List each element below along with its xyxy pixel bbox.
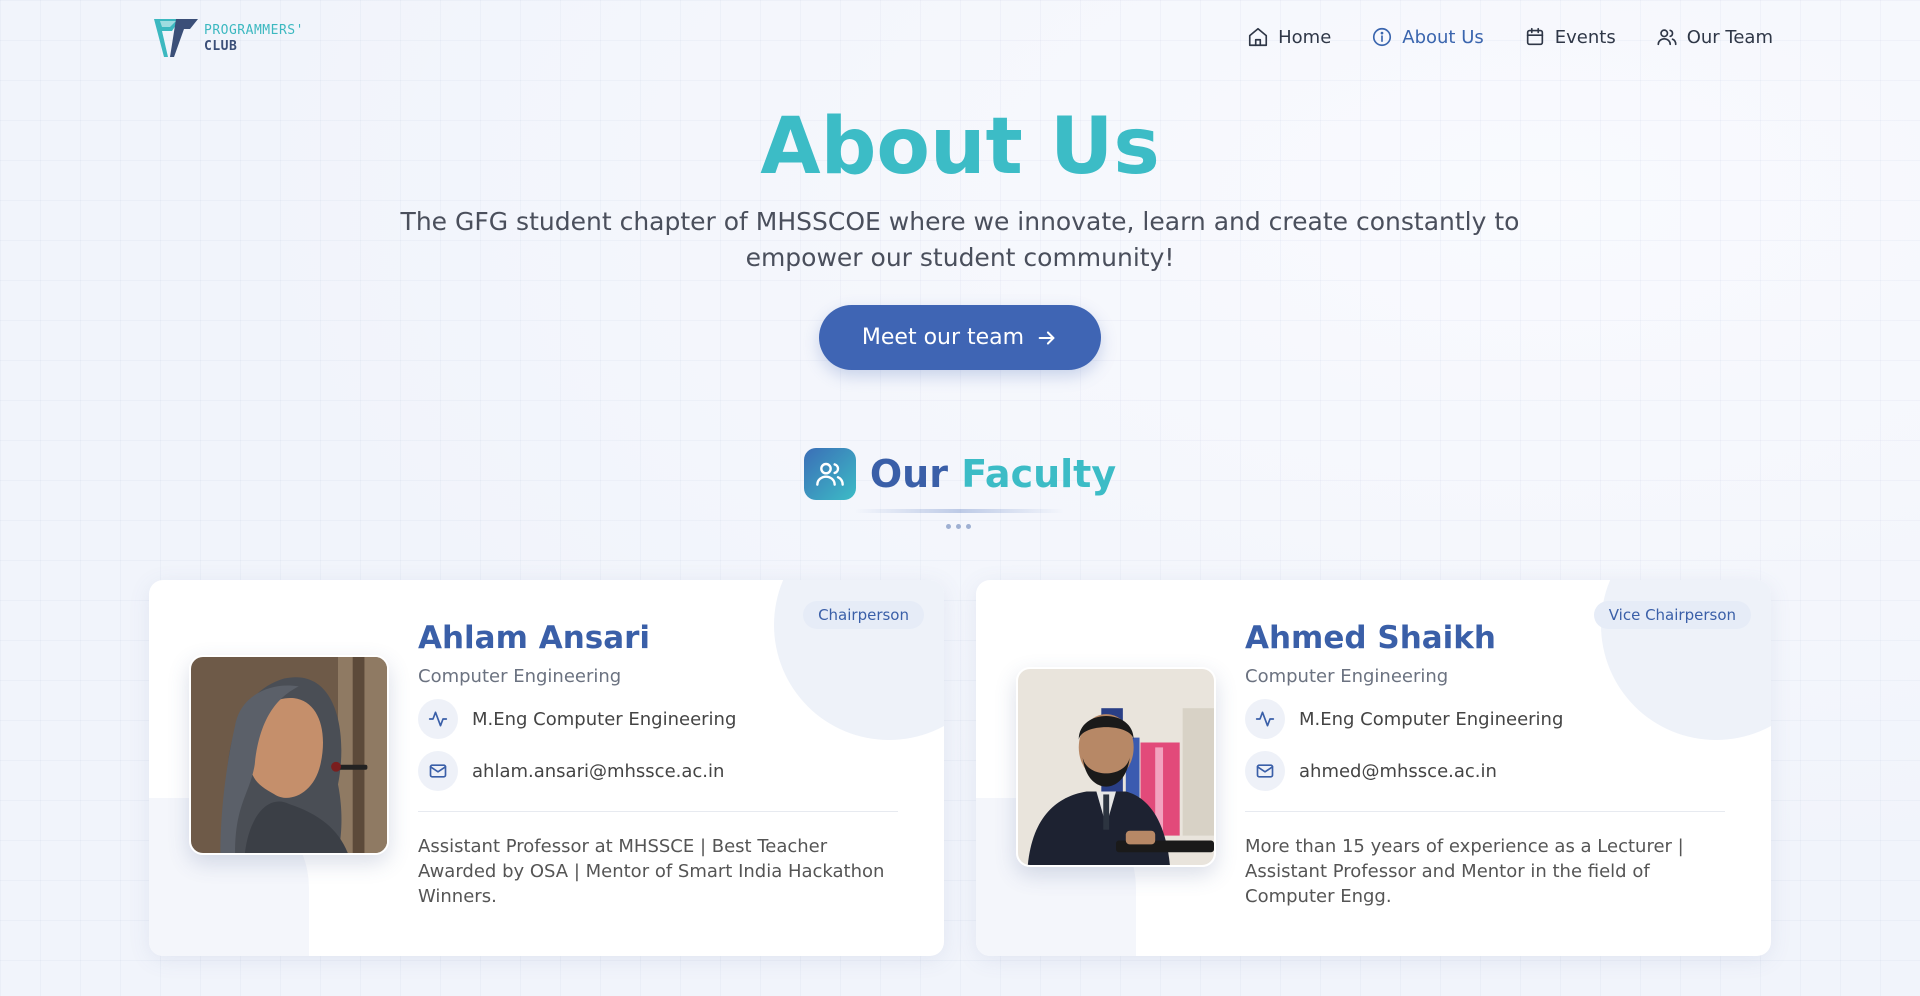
qualification-row: M.Eng Computer Engineering [418,699,908,739]
section-underline [855,509,1065,513]
page-title: About Us [760,102,1160,192]
nav-label-home: Home [1278,26,1332,48]
users-icon [815,462,844,486]
faculty-bio: Assistant Professor at MHSSCE | Best Tea… [418,836,885,907]
section-dots [946,524,971,529]
site-header: PROGRAMMERS' CLUB Home About Us Events O… [0,0,1920,80]
club-logo[interactable]: PROGRAMMERS' CLUB [150,17,340,61]
logo-text-line2: CLUB [204,39,238,54]
faculty-section-header: Our Faculty [0,448,1920,500]
email-row: ahlam.ansari@mhssce.ac.in [418,751,908,791]
faculty-section-icon [803,448,856,500]
faculty-qualification: M.Eng Computer Engineering [1299,708,1564,730]
mail-icon [1245,751,1285,791]
nav-item-about[interactable]: About Us [1371,26,1484,48]
faculty-bio: More than 15 years of experience as a Le… [1245,836,1684,907]
arrow-right-icon [1038,330,1055,345]
faculty-email-link[interactable]: ahmed@mhssce.ac.in [1299,761,1497,782]
faculty-department: Computer Engineering [1245,666,1449,687]
faculty-portrait-image [191,657,387,853]
faculty-card: Vice Chairperson Ahmed Shaikh Computer E… [976,580,1771,956]
faculty-photo [189,655,389,855]
faculty-email-link[interactable]: ahlam.ansari@mhssce.ac.in [472,761,724,782]
faculty-section-title: Our Faculty [870,452,1116,496]
faculty-card: Chairperson Ahlam Ansari Computer Engine… [149,580,944,956]
activity-icon [1245,699,1285,739]
faculty-department: Computer Engineering [418,666,622,687]
mail-icon [418,751,458,791]
meet-team-button[interactable]: Meet our team [819,305,1101,370]
card-divider [418,811,898,812]
faculty-title-part1: Our [869,452,948,496]
qualification-row: M.Eng Computer Engineering [1245,699,1735,739]
meet-team-button-label: Meet our team [861,325,1025,350]
page-subtitle: The GFG student chapter of MHSSCOE where… [400,207,1520,272]
nav-label-events: Events [1554,26,1616,48]
faculty-name: Ahmed Shaikh [1245,620,1496,656]
nav-label-about: About Us [1402,26,1484,48]
logo-text-line1: PROGRAMMERS' [204,23,304,38]
card-divider [1245,811,1725,812]
email-row: ahmed@mhssce.ac.in [1245,751,1735,791]
main-nav: Home About Us Events Our Team [1247,26,1773,48]
faculty-photo [1016,667,1216,867]
info-icon [1373,27,1392,47]
faculty-title-part2: Faculty [961,452,1117,496]
home-icon [1249,27,1268,47]
faculty-name: Ahlam Ansari [418,620,651,656]
activity-icon [418,699,458,739]
logo-mark-icon [154,19,198,57]
nav-label-team: Our Team [1686,26,1773,48]
nav-item-events[interactable]: Events [1524,26,1616,48]
users-icon [1657,29,1677,46]
faculty-qualification: M.Eng Computer Engineering [472,708,737,730]
nav-item-team[interactable]: Our Team [1656,26,1773,48]
faculty-portrait-image [1018,669,1214,865]
calendar-icon [1526,27,1543,46]
nav-item-home[interactable]: Home [1247,26,1331,48]
